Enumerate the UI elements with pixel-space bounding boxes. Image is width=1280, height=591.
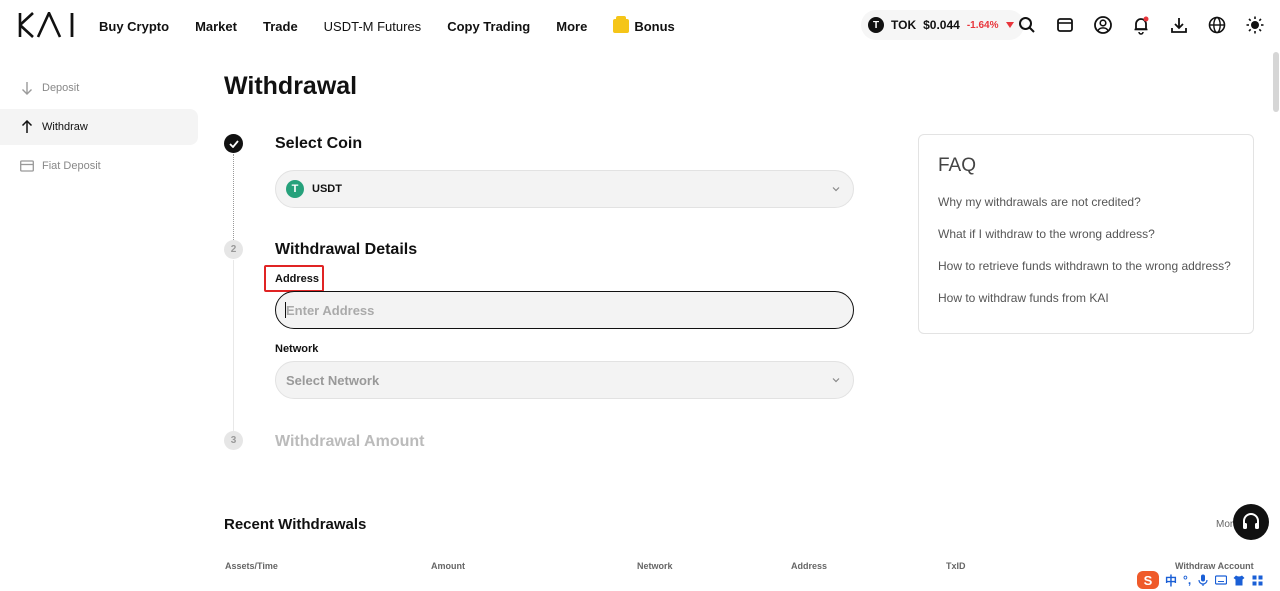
user-account-icon[interactable] (1092, 14, 1114, 36)
step-2-title: Withdrawal Details (275, 241, 418, 258)
headset-icon (1243, 513, 1259, 529)
network-select[interactable]: Select Network (275, 361, 854, 399)
customer-support-button[interactable] (1233, 504, 1269, 540)
column-header: Network (637, 561, 673, 571)
card-icon (20, 159, 34, 173)
step-2-number: 2 (224, 240, 243, 259)
column-header: Amount (431, 561, 465, 571)
faq-link[interactable]: Why my withdrawals are not credited? (938, 195, 1234, 227)
sidebar: Deposit Withdraw Fiat Deposit (0, 70, 198, 187)
nav-usdt-m-futures[interactable]: USDT-M Futures (324, 19, 422, 34)
bonus-label: Bonus (634, 18, 675, 34)
page-scrollbar[interactable] (1273, 52, 1279, 112)
text-caret (285, 302, 286, 318)
step-1-title: Select Coin (275, 135, 363, 152)
column-header: Assets/Time (225, 561, 278, 571)
tok-coin-icon: T (868, 17, 884, 33)
gift-icon (613, 16, 630, 33)
nav-copy-trading[interactable]: Copy Trading (447, 19, 530, 34)
wallet-icon[interactable] (1054, 14, 1076, 36)
sogou-ime-icon[interactable]: S (1137, 571, 1159, 589)
language-globe-icon[interactable] (1206, 14, 1228, 36)
shirt-skin-icon[interactable] (1233, 574, 1245, 586)
selected-coin: USDT (312, 183, 342, 195)
ime-language-toggle[interactable]: 中 (1165, 572, 1177, 589)
faq-title: FAQ (938, 155, 977, 176)
arrow-down-icon (20, 81, 34, 95)
ticker-change: -1.64% (966, 19, 999, 31)
network-label: Network (275, 343, 319, 355)
price-ticker[interactable]: T TOK $0.044 -1.64% (861, 10, 1024, 40)
down-triangle-icon (1005, 22, 1014, 28)
step-3-number: 3 (224, 431, 243, 450)
nav-bonus[interactable]: Bonus (613, 16, 675, 34)
sidebar-item-fiat-deposit[interactable]: Fiat Deposit (0, 148, 198, 184)
search-icon[interactable] (1016, 14, 1038, 36)
ticker-price: $0.044 (923, 18, 960, 32)
download-icon[interactable] (1168, 14, 1190, 36)
sidebar-item-label: Withdraw (42, 121, 88, 133)
sidebar-item-label: Deposit (42, 82, 80, 94)
coin-select[interactable]: T USDT (275, 170, 854, 208)
sidebar-item-label: Fiat Deposit (42, 160, 101, 172)
sidebar-item-withdraw[interactable]: Withdraw (0, 109, 198, 145)
chevron-down-icon (832, 187, 840, 192)
faq-link[interactable]: How to withdraw funds from KAI (938, 291, 1234, 323)
nav-buy-crypto[interactable]: Buy Crypto (99, 19, 169, 34)
address-input[interactable] (275, 291, 854, 329)
step-3-title: Withdrawal Amount (275, 433, 425, 450)
keyboard-icon[interactable] (1215, 574, 1228, 586)
header-actions (1016, 14, 1266, 36)
faq-panel: FAQ Why my withdrawals are not credited?… (918, 134, 1254, 334)
ime-punctuation-toggle[interactable]: °, (1183, 573, 1191, 587)
column-header: TxID (946, 561, 966, 571)
recent-withdrawals-title: Recent Withdrawals (224, 516, 367, 533)
address-label-highlight (264, 265, 324, 292)
nav-more[interactable]: More (556, 19, 587, 34)
ime-toolbar: S 中 °, (1134, 569, 1280, 591)
network-placeholder: Select Network (286, 372, 380, 388)
faq-link[interactable]: How to retrieve funds withdrawn to the w… (938, 259, 1234, 291)
arrow-up-icon (20, 120, 34, 134)
usdt-coin-icon: T (286, 180, 304, 198)
step-1-check-icon (224, 134, 243, 153)
microphone-icon[interactable] (1197, 574, 1209, 586)
step-connector (233, 260, 234, 432)
top-navbar: Buy Crypto Market Trade USDT-M Futures C… (0, 0, 1280, 52)
kai-logo[interactable] (18, 12, 76, 38)
nav-trade[interactable]: Trade (263, 19, 298, 34)
column-header: Address (791, 561, 828, 571)
theme-sun-icon[interactable] (1244, 14, 1266, 36)
faq-link[interactable]: What if I withdraw to the wrong address? (938, 227, 1234, 259)
chevron-down-icon (832, 378, 840, 383)
notification-bell-icon[interactable] (1130, 14, 1152, 36)
nav-market[interactable]: Market (195, 19, 237, 34)
main-nav: Buy Crypto Market Trade USDT-M Futures C… (99, 0, 701, 52)
ticker-symbol: TOK (891, 18, 917, 32)
page-title: Withdrawal (224, 72, 358, 100)
sidebar-item-deposit[interactable]: Deposit (0, 70, 198, 106)
step-connector (233, 154, 234, 242)
apps-grid-icon[interactable] (1251, 574, 1263, 586)
